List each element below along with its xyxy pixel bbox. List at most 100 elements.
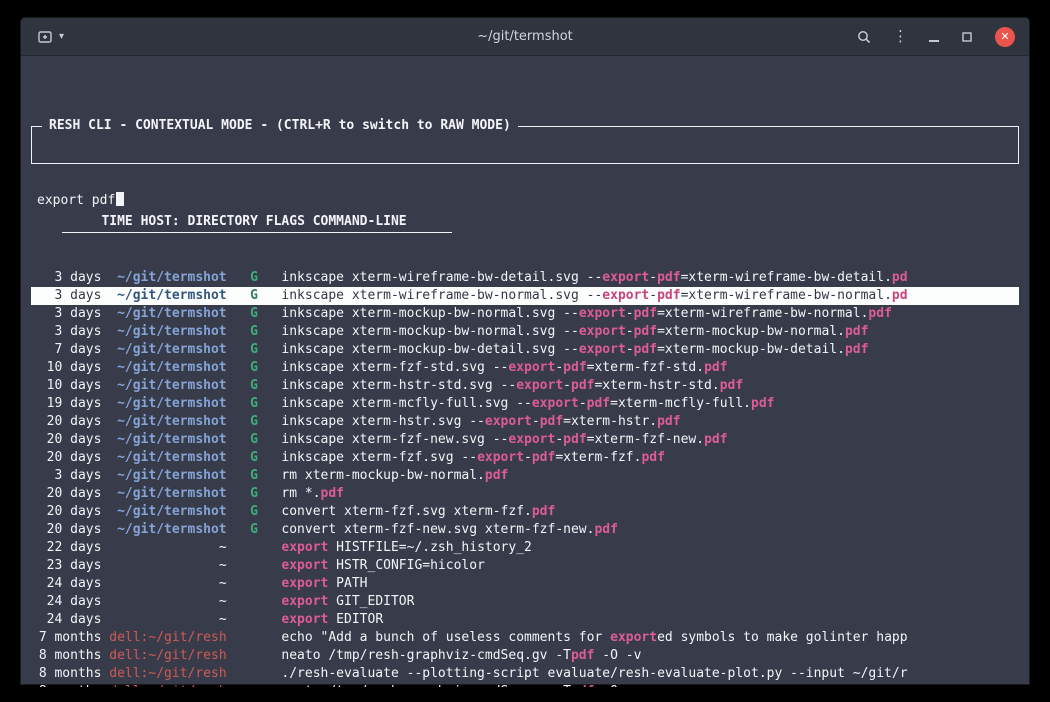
command-text: inkscape xterm-mcfly-full.svg -- xyxy=(281,396,531,411)
close-button[interactable]: ✕ xyxy=(995,27,1015,47)
menu-button[interactable]: ⋮ xyxy=(893,29,908,44)
restore-icon xyxy=(960,30,974,44)
match-text: export xyxy=(281,612,328,627)
history-row[interactable]: 8 monthsdell:~/git/reshneato /tmp/resh-g… xyxy=(31,647,1019,665)
restore-button[interactable] xyxy=(960,30,974,44)
command-text: =xterm-mcfly-full. xyxy=(610,396,751,411)
titlebar[interactable]: ▾ ~/git/termshot ⋮ ✕ xyxy=(21,18,1029,56)
command-text: =xterm-mockup-bw-detail. xyxy=(657,342,845,357)
command-text: neato /tmp/resh-graphviz-cmdSeq.gv -T xyxy=(281,684,571,687)
match-text: export xyxy=(579,324,626,339)
history-row[interactable]: 22 days~export HISTFILE=~/.zsh_history_2 xyxy=(31,539,1019,557)
match-text: pdf xyxy=(532,504,555,519)
command-text: ed symbols to make golinter happ xyxy=(657,630,907,645)
row-command: inkscape xterm-hstr-std.svg --export-pdf… xyxy=(281,377,1019,395)
close-icon: ✕ xyxy=(1000,31,1009,42)
history-row[interactable]: 20 days~/git/termshotGrm *.pdf xyxy=(31,485,1019,503)
row-time: 20 days xyxy=(31,413,101,431)
match-text: pdf xyxy=(634,342,657,357)
command-text: inkscape xterm-hstr.svg -- xyxy=(281,414,485,429)
command-text: - xyxy=(626,324,634,339)
row-flags: G xyxy=(234,467,273,485)
history-row[interactable]: 20 days~/git/termshotGconvert xterm-fzf.… xyxy=(31,503,1019,521)
terminal: RESH CLI - CONTEXTUAL MODE - (CTRL+R to … xyxy=(21,56,1029,687)
row-time: 24 days xyxy=(31,593,101,611)
history-list: 3 days~/git/termshotGinkscape xterm-wire… xyxy=(31,269,1019,687)
row-command: inkscape xterm-mcfly-full.svg --export-p… xyxy=(281,395,1019,413)
history-row[interactable]: 10 days~/git/termshotGinkscape xterm-hst… xyxy=(31,377,1019,395)
match-text: export xyxy=(477,450,524,465)
history-row[interactable]: 20 days~/git/termshotGinkscape xterm-fzf… xyxy=(31,449,1019,467)
row-host: ~ xyxy=(109,593,226,611)
row-host: ~ xyxy=(109,575,226,593)
row-time: 20 days xyxy=(31,449,101,467)
match-text: pdf xyxy=(868,306,891,321)
minimize-button[interactable] xyxy=(929,32,939,42)
search-button[interactable] xyxy=(856,29,872,45)
window-title: ~/git/termshot xyxy=(477,29,573,44)
row-host: ~/git/termshot xyxy=(109,305,226,323)
history-row[interactable]: 8 monthsdell:~/git/resh./resh-evaluate -… xyxy=(31,665,1019,683)
history-row[interactable]: 3 days~/git/termshotGinkscape xterm-wire… xyxy=(31,287,1019,305)
row-time: 3 days xyxy=(31,305,101,323)
new-terminal-button[interactable] xyxy=(37,29,53,45)
command-text: convert xterm-fzf-new.svg xterm-fzf-new. xyxy=(281,522,594,537)
command-text: neato /tmp/resh-graphviz-cmdSeq.gv -T xyxy=(281,648,571,663)
command-text: -O -v xyxy=(594,648,641,663)
row-command: ./resh-evaluate --plotting-script evalua… xyxy=(281,665,1019,683)
row-command: inkscape xterm-hstr.svg --export-pdf=xte… xyxy=(281,413,1019,431)
row-time: 24 days xyxy=(31,611,101,629)
command-text: =xterm-mockup-bw-normal. xyxy=(657,324,845,339)
row-host: ~ xyxy=(109,539,226,557)
history-row[interactable]: 8 monthsdell:~/git/reshneato /tmp/resh-g… xyxy=(31,683,1019,687)
match-text: export xyxy=(485,414,532,429)
terminal-window: ▾ ~/git/termshot ⋮ ✕ xyxy=(20,17,1030,685)
history-row[interactable]: 24 days~export GIT_EDITOR xyxy=(31,593,1019,611)
history-row[interactable]: 20 days~/git/termshotGconvert xterm-fzf-… xyxy=(31,521,1019,539)
match-text: pdf xyxy=(657,288,680,303)
row-command: inkscape xterm-mockup-bw-normal.svg --ex… xyxy=(281,323,1019,341)
history-row[interactable]: 19 days~/git/termshotGinkscape xterm-mcf… xyxy=(31,395,1019,413)
history-row[interactable]: 3 days~/git/termshotGrm xterm-mockup-bw-… xyxy=(31,467,1019,485)
match-text: export xyxy=(508,432,555,447)
match-text: pdf xyxy=(641,450,664,465)
history-row[interactable]: 24 days~export EDITOR xyxy=(31,611,1019,629)
history-row[interactable]: 20 days~/git/termshotGinkscape xterm-fzf… xyxy=(31,431,1019,449)
row-time: 20 days xyxy=(31,431,101,449)
history-row[interactable]: 3 days~/git/termshotGinkscape xterm-mock… xyxy=(31,323,1019,341)
match-text: pdf xyxy=(571,648,594,663)
history-row[interactable]: 10 days~/git/termshotGinkscape xterm-fzf… xyxy=(31,359,1019,377)
row-command: inkscape xterm-mockup-bw-normal.svg --ex… xyxy=(281,305,1019,323)
history-row[interactable]: 7 monthsdell:~/git/reshecho "Add a bunch… xyxy=(31,629,1019,647)
match-text: pdf xyxy=(321,486,344,501)
search-input[interactable]: export pdf xyxy=(32,181,1018,210)
command-text: =xterm-hstr-std. xyxy=(594,378,719,393)
history-row[interactable]: 23 days~export HSTR_CONFIG=hicolor xyxy=(31,557,1019,575)
match-text: pdf xyxy=(704,432,727,447)
history-row[interactable]: 24 days~export PATH xyxy=(31,575,1019,593)
command-text: rm *. xyxy=(281,486,320,501)
match-text: pdf xyxy=(540,414,563,429)
dropdown-caret-icon[interactable]: ▾ xyxy=(59,31,64,42)
match-text: pdf xyxy=(720,378,743,393)
command-text: inkscape xterm-fzf-new.svg -- xyxy=(281,432,508,447)
row-host: ~/git/termshot xyxy=(109,413,226,431)
command-text: inkscape xterm-mockup-bw-detail.svg -- xyxy=(281,342,578,357)
row-flags: G xyxy=(234,323,273,341)
command-text: -O -v -x xyxy=(594,684,664,687)
command-text: inkscape xterm-fzf.svg -- xyxy=(281,450,477,465)
row-time: 7 months xyxy=(31,629,101,647)
history-row[interactable]: 3 days~/git/termshotGinkscape xterm-mock… xyxy=(31,305,1019,323)
command-text: inkscape xterm-mockup-bw-normal.svg -- xyxy=(281,306,578,321)
search-icon xyxy=(856,29,872,45)
history-row[interactable]: 3 days~/git/termshotGinkscape xterm-wire… xyxy=(31,269,1019,287)
match-text: pdf xyxy=(587,396,610,411)
row-flags xyxy=(234,683,273,687)
minimize-icon xyxy=(929,40,939,42)
match-text: export xyxy=(516,378,563,393)
row-time: 20 days xyxy=(31,503,101,521)
match-text: pdf xyxy=(563,432,586,447)
command-text: EDITOR xyxy=(328,612,383,627)
history-row[interactable]: 7 days~/git/termshotGinkscape xterm-mock… xyxy=(31,341,1019,359)
history-row[interactable]: 20 days~/git/termshotGinkscape xterm-hst… xyxy=(31,413,1019,431)
